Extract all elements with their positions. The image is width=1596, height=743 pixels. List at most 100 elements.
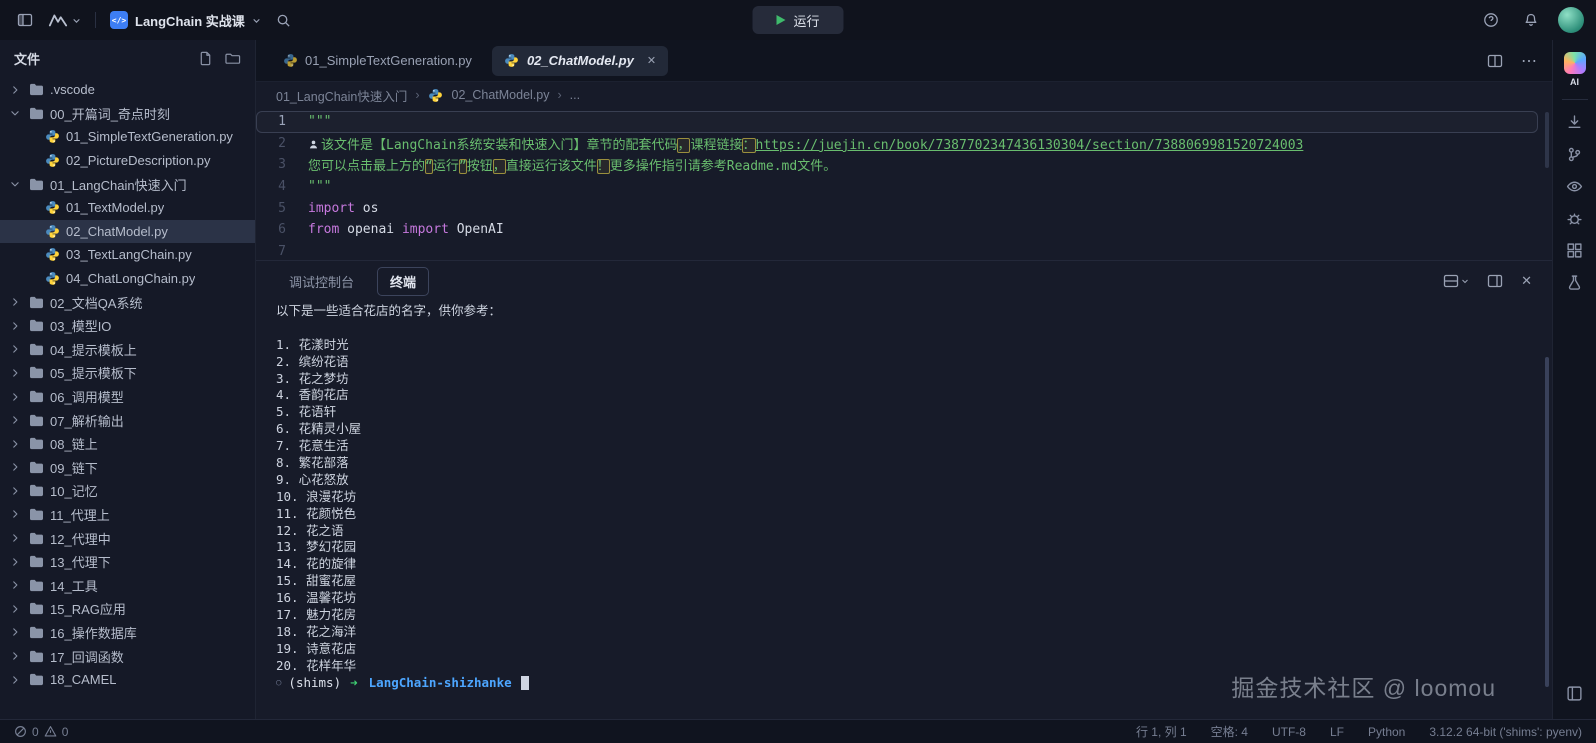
tree-folder[interactable]: 15_RAG应用: [0, 597, 255, 621]
code-line[interactable]: 1""": [256, 111, 1538, 133]
tree-folder[interactable]: 16_操作数据库: [0, 621, 255, 645]
ai-assistant-button[interactable]: AI: [1564, 48, 1586, 95]
status-item[interactable]: 空格: 4: [1211, 723, 1248, 740]
code-editor[interactable]: 1"""2该文件是【LangChain系统安装和快速入门】章节的配套代码，课程链…: [256, 108, 1552, 260]
help-icon[interactable]: [1478, 7, 1504, 33]
folder-icon: [28, 626, 44, 639]
editor-scrollbar[interactable]: [1545, 112, 1549, 168]
panel-scrollbar[interactable]: [1545, 357, 1549, 687]
tree-folder[interactable]: 06_调用模型: [0, 385, 255, 409]
breadcrumb-folder[interactable]: 01_LangChain快速入门: [276, 86, 407, 105]
chevron-icon: [10, 604, 22, 614]
file-tree: .vscode00_开篇词_奇点时刻01_SimpleTextGeneratio…: [0, 76, 255, 719]
tree-folder[interactable]: 02_文档QA系统: [0, 290, 255, 314]
chevron-icon: [10, 533, 22, 543]
source-control-icon[interactable]: [1558, 138, 1592, 170]
project-name: LangChain 实战课: [135, 11, 245, 30]
terminal[interactable]: 以下是一些适合花店的名字，供你参考：1. 花漾时光2. 缤纷花语3. 花之梦坊4…: [256, 301, 1552, 719]
code-token: ”: [459, 159, 467, 174]
ai-icon: [1564, 52, 1586, 74]
code-line[interactable]: 5import os: [256, 197, 1552, 219]
panel-tab[interactable]: 终端: [377, 267, 429, 296]
close-icon[interactable]: ✕: [647, 54, 656, 67]
app-logo[interactable]: [48, 12, 81, 28]
notebook-icon[interactable]: [1558, 677, 1592, 709]
tree-folder[interactable]: 09_链下: [0, 456, 255, 480]
terminal-prompt[interactable]: ○ (shims) ➜ LangChain-shizhanke: [276, 675, 1532, 692]
tree-folder[interactable]: 14_工具: [0, 573, 255, 597]
tree-folder[interactable]: 08_链上: [0, 432, 255, 456]
tree-file[interactable]: 01_TextModel.py: [0, 196, 255, 220]
tree-folder[interactable]: 12_代理中: [0, 526, 255, 550]
layout-sidebar-toggle-icon[interactable]: [12, 7, 38, 33]
terminal-line: 14. 花的旋律: [276, 556, 1532, 573]
tree-folder[interactable]: 01_LangChain快速入门: [0, 172, 255, 196]
code-text: """: [308, 179, 331, 194]
editor-tab[interactable]: 01_SimpleTextGeneration.py: [270, 46, 484, 76]
tree-file[interactable]: 03_TextLangChain.py: [0, 243, 255, 267]
tree-folder[interactable]: 07_解析输出: [0, 408, 255, 432]
tree-item-label: 17_回调函数: [50, 647, 124, 666]
more-actions-icon[interactable]: ⋯: [1521, 51, 1538, 71]
tree-file[interactable]: 04_ChatLongChain.py: [0, 267, 255, 291]
tree-folder[interactable]: 03_模型IO: [0, 314, 255, 338]
code-line[interactable]: 3您可以点击最上方的“运行”按钮，直接运行该文件！更多操作指引请参考Readme…: [256, 154, 1552, 176]
code-line[interactable]: 4""": [256, 176, 1552, 198]
tree-file[interactable]: 01_SimpleTextGeneration.py: [0, 125, 255, 149]
status-item[interactable]: LF: [1330, 725, 1344, 739]
terminal-line: 19. 诗意花店: [276, 641, 1532, 658]
editor-tab[interactable]: 02_ChatModel.py✕: [492, 46, 668, 76]
project-switcher[interactable]: </> LangChain 实战课: [110, 11, 261, 30]
tree-folder[interactable]: 13_代理下: [0, 550, 255, 574]
status-item[interactable]: UTF-8: [1272, 725, 1306, 739]
tree-folder[interactable]: 10_记忆: [0, 479, 255, 503]
bell-icon[interactable]: [1518, 7, 1544, 33]
code-token: ，: [493, 159, 506, 174]
breadcrumb-file[interactable]: 02_ChatModel.py: [452, 88, 550, 102]
chevron-down-icon: [252, 16, 261, 25]
status-item[interactable]: Python: [1368, 725, 1405, 739]
close-panel-icon[interactable]: ✕: [1521, 273, 1532, 289]
tree-folder[interactable]: 18_CAMEL: [0, 668, 255, 692]
code-line[interactable]: 2该文件是【LangChain系统安装和快速入门】章节的配套代码，课程链接：ht…: [256, 133, 1552, 155]
tree-folder[interactable]: 05_提示模板下: [0, 361, 255, 385]
debug-icon[interactable]: [1558, 202, 1592, 234]
split-editor-icon[interactable]: [1487, 53, 1503, 69]
tree-file[interactable]: 02_PictureDescription.py: [0, 149, 255, 173]
tree-folder[interactable]: 11_代理上: [0, 503, 255, 527]
tree-item-label: 16_操作数据库: [50, 623, 137, 642]
panel-maximize-icon[interactable]: [1487, 273, 1503, 289]
line-number: 3: [256, 157, 308, 172]
tree-item-label: 07_解析输出: [50, 411, 124, 430]
new-folder-icon[interactable]: [225, 51, 241, 66]
chevron-icon: [10, 392, 22, 402]
new-file-icon[interactable]: [198, 51, 213, 66]
test-icon[interactable]: [1558, 266, 1592, 298]
avatar[interactable]: [1558, 7, 1584, 33]
problems-indicator[interactable]: 0 0: [14, 725, 68, 739]
search-icon[interactable]: [271, 7, 297, 33]
panel-layout-icon[interactable]: [1443, 273, 1469, 289]
run-button[interactable]: 运行: [752, 6, 843, 34]
download-icon[interactable]: [1558, 106, 1592, 138]
chevron-icon: [10, 108, 22, 118]
titlebar: </> LangChain 实战课 运行: [0, 0, 1596, 40]
panel-tab[interactable]: 调试控制台: [276, 267, 367, 296]
extensions-icon[interactable]: [1558, 234, 1592, 266]
code-token: """: [308, 114, 331, 129]
tree-item-label: 13_代理下: [50, 552, 111, 571]
breadcrumb-more[interactable]: ...: [570, 88, 580, 102]
python-icon: [44, 153, 60, 168]
tree-file[interactable]: 02_ChatModel.py: [0, 220, 255, 244]
code-line[interactable]: 7: [256, 241, 1552, 260]
status-item[interactable]: 行 1, 列 1: [1136, 723, 1187, 740]
tree-folder[interactable]: 17_回调函数: [0, 644, 255, 668]
preview-icon[interactable]: [1558, 170, 1592, 202]
tree-folder[interactable]: 04_提示模板上: [0, 338, 255, 362]
chevron-icon: [10, 462, 22, 472]
tree-folder[interactable]: 00_开篇词_奇点时刻: [0, 102, 255, 126]
code-line[interactable]: 6from openai import OpenAI: [256, 219, 1552, 241]
folder-icon: [28, 555, 44, 568]
tree-folder[interactable]: .vscode: [0, 78, 255, 102]
status-item[interactable]: 3.12.2 64-bit ('shims': pyenv): [1429, 725, 1582, 739]
